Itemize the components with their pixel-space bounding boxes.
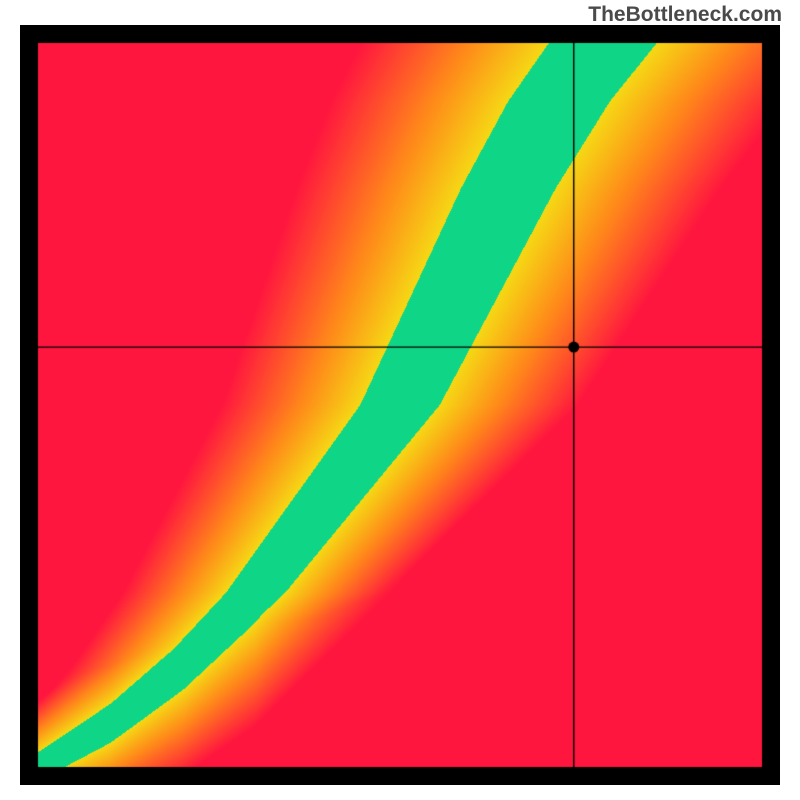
heatmap-canvas <box>20 25 780 785</box>
chart-container: TheBottleneck.com <box>0 0 800 800</box>
plot-area <box>20 25 780 785</box>
watermark-text: TheBottleneck.com <box>588 3 782 27</box>
